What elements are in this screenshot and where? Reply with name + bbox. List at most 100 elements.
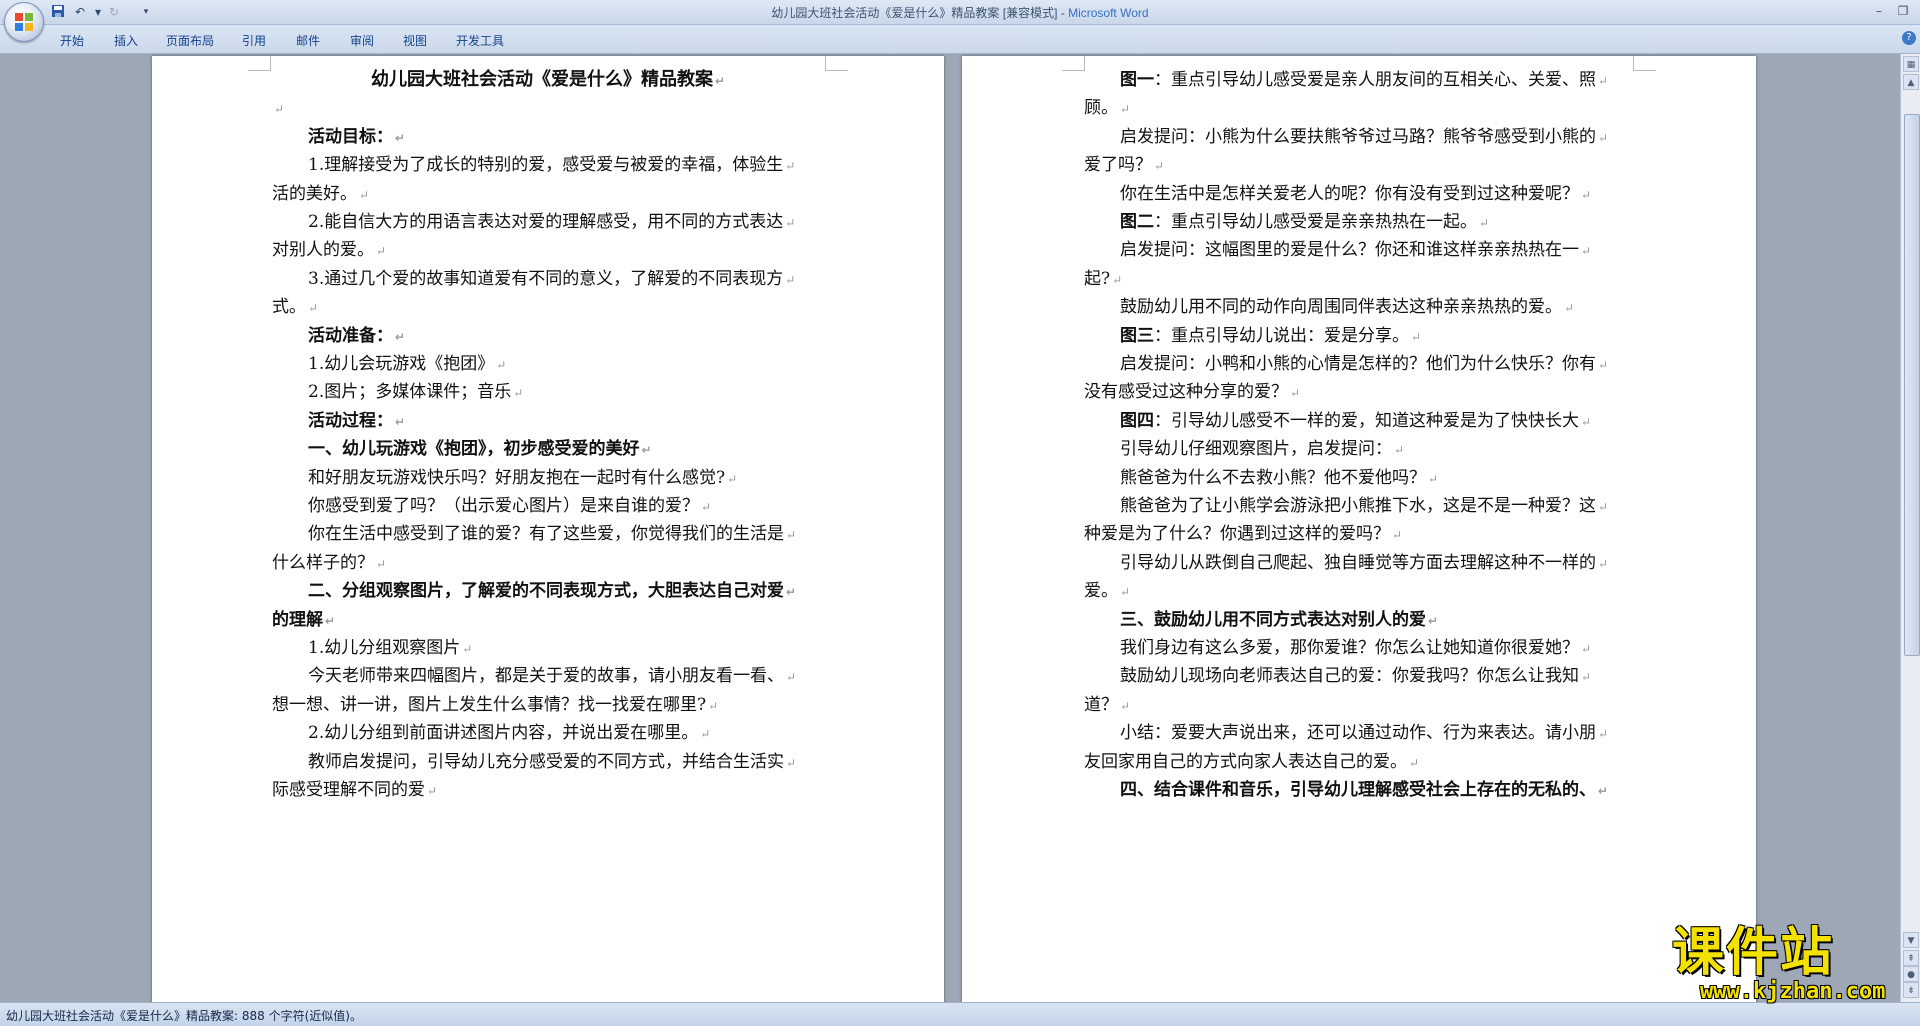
document-line[interactable]: 2.能自信大方的用语言表达对爱的理解感受，用不同的方式表达 ↵ <box>308 208 944 236</box>
tab-mailings[interactable]: 邮件 <box>290 30 326 51</box>
document-line[interactable]: 1.幼儿分组观察图片 ↵ <box>308 634 944 662</box>
document-line[interactable]: 际感受理解不同的爱 ↵ <box>272 776 944 804</box>
window-title: 幼儿园大班社会活动《爱是什么》精品教案 [兼容模式] - Microsoft W… <box>0 4 1920 21</box>
browse-object-icon[interactable]: ● <box>1903 966 1919 982</box>
document-line[interactable]: 你在生活中是怎样关爱老人的呢？你有没有受到过这种爱呢？ ↵ <box>1120 180 1756 208</box>
document-line[interactable]: 式。 ↵ <box>272 293 944 321</box>
document-line[interactable]: 的理解 ↵ <box>272 606 944 634</box>
document-line[interactable]: ↵ <box>272 94 944 122</box>
document-line[interactable]: 2.图片；多媒体课件；音乐 ↵ <box>308 378 944 406</box>
help-icon[interactable]: ? <box>1902 31 1916 45</box>
document-line[interactable]: 起? ↵ <box>1084 265 1756 293</box>
document-line[interactable]: 对别人的爱。 ↵ <box>272 236 944 264</box>
document-line[interactable]: 什么样子的？ ↵ <box>272 549 944 577</box>
line-text: 活动过程： <box>308 410 393 431</box>
paragraph-mark-icon: ↵ <box>325 613 336 628</box>
tab-home[interactable]: 开始 <box>54 30 90 51</box>
document-line[interactable]: 今天老师带来四幅图片，都是关于爱的故事，请小朋友看一看、 ↵ <box>308 662 944 690</box>
line-text: 小结：爱要大声说出来，还可以通过动作、行为来表达。请小朋 <box>1120 723 1596 744</box>
page-right[interactable]: 图一：重点引导幼儿感受爱是亲人朋友间的互相关心、关爱、照 ↵ 顾。 ↵ 启发提问：小熊为… <box>962 56 1756 1002</box>
scrollbar-thumb[interactable] <box>1904 114 1920 656</box>
document-line[interactable]: 启发提问：小鸭和小熊的心情是怎样的？他们为什么快乐？你有 ↵ <box>1120 350 1756 378</box>
margin-corner <box>248 56 271 71</box>
ruler-toggle-icon[interactable]: ▦ <box>1903 56 1919 72</box>
tab-page-layout[interactable]: 页面布局 <box>160 30 220 51</box>
document-line[interactable]: 三、鼓励幼儿用不同方式表达对别人的爱 ↵ <box>1120 606 1756 634</box>
document-line[interactable]: 活动过程： ↵ <box>308 407 944 435</box>
minimize-icon[interactable]: – <box>1868 2 1890 20</box>
document-line[interactable]: 友回家用自己的方式向家人表达自己的爱。 ↵ <box>1084 748 1756 776</box>
document-line[interactable]: 顾。 ↵ <box>1084 94 1756 122</box>
restore-icon[interactable]: ❐ <box>1892 2 1914 20</box>
document-line[interactable]: 种爱是为了什么？你遇到过这样的爱吗？ ↵ <box>1084 520 1756 548</box>
document-line[interactable]: 道？ ↵ <box>1084 691 1756 719</box>
tab-insert[interactable]: 插入 <box>108 30 144 51</box>
line-text: 四、结合课件和音乐，引导幼儿理解感受社会上存在的无私的、 <box>1120 780 1596 800</box>
document-line[interactable]: 熊爸爸为了让小熊学会游泳把小熊推下水，这是不是一种爱？这 ↵ <box>1120 492 1756 520</box>
line-text: 三、鼓励幼儿用不同方式表达对别人的爱 <box>1120 609 1426 630</box>
document-line[interactable]: 爱。 ↵ <box>1084 577 1756 605</box>
line-text: 教师启发提问，引导幼儿充分感受爱的不同方式，并结合生活实 <box>308 751 784 772</box>
ribbon-tab-bar: 开始 插入 页面布局 引用 邮件 审阅 视图 开发工具 ? <box>0 25 1920 54</box>
scroll-up-icon[interactable]: ▲ <box>1903 74 1919 90</box>
document-line[interactable]: 图一：重点引导幼儿感受爱是亲人朋友间的互相关心、关爱、照 ↵ <box>1120 66 1756 94</box>
document-line[interactable]: 二、分组观察图片，了解爱的不同表现方式，大胆表达自己对爱 ↵ <box>308 577 944 605</box>
document-line[interactable]: 引导幼儿从跌倒自己爬起、独自睡觉等方面去理解这种不一样的 ↵ <box>1120 549 1756 577</box>
line-text: 今天老师带来四幅图片，都是关于爱的故事，请小朋友看一看、 <box>308 666 784 687</box>
paragraph-mark-icon: ↵ <box>513 386 524 401</box>
document-area[interactable]: 幼儿园大班社会活动《爱是什么》精品教案 ↵ ↵ 活动目标： ↵ 1.理解接受为了成长的特别… <box>0 54 1900 1002</box>
document-line[interactable]: 我们身边有这么多爱，那你爱谁？你怎么让她知道你很爱她？ ↵ <box>1120 634 1756 662</box>
paragraph-mark-icon: ↵ <box>274 102 285 117</box>
document-line[interactable]: 爱了吗？ ↵ <box>1084 151 1756 179</box>
document-line[interactable]: 四、结合课件和音乐，引导幼儿理解感受社会上存在的无私的、 ↵ <box>1120 776 1756 804</box>
document-line[interactable]: 1.幼儿会玩游戏《抱团》 ↵ <box>308 350 944 378</box>
paragraph-mark-icon: ↵ <box>1581 642 1592 656</box>
line-text: 图四：引导幼儿感受不一样的爱，知道这种爱是为了快快长大 <box>1120 410 1579 431</box>
document-line[interactable]: 熊爸爸为什么不去救小熊？他不爱他吗？ ↵ <box>1120 464 1756 492</box>
document-line[interactable]: 启发提问：小熊为什么要扶熊爷爷过马路？熊爷爷感受到小熊的 ↵ <box>1120 123 1756 151</box>
document-line[interactable]: 2.幼儿分组到前面讲述图片内容，并说出爱在哪里。 ↵ <box>308 719 944 747</box>
document-line[interactable]: 3.通过几个爱的故事知道爱有不同的意义，了解爱的不同表现方 ↵ <box>308 265 944 293</box>
document-line[interactable]: 鼓励幼儿用不同的动作向周围同伴表达这种亲亲热热的爱。 ↵ <box>1120 293 1756 321</box>
document-line[interactable]: 教师启发提问，引导幼儿充分感受爱的不同方式，并结合生活实 ↵ <box>308 748 944 776</box>
document-line[interactable]: 想一想、讲一讲，图片上发生什么事情？找一找爱在哪里? ↵ <box>272 691 944 719</box>
line-text: 一、幼儿玩游戏《抱团》，初步感受爱的美好 <box>308 439 640 460</box>
next-page-icon[interactable]: ⇟ <box>1903 982 1919 998</box>
document-line[interactable]: 小结：爱要大声说出来，还可以通过动作、行为来表达。请小朋 ↵ <box>1120 719 1756 747</box>
tab-view[interactable]: 视图 <box>397 30 433 51</box>
tab-developer[interactable]: 开发工具 <box>450 30 510 51</box>
scroll-down-icon[interactable]: ▼ <box>1903 932 1919 948</box>
paragraph-mark-icon: ↵ <box>1428 471 1439 486</box>
previous-page-icon[interactable]: ⇞ <box>1903 950 1919 966</box>
watermark-logo: 课件站 www.kjzhan.com <box>1670 925 1900 1005</box>
line-text: 3.通过几个爱的故事知道爱有不同的意义，了解爱的不同表现方 <box>308 268 784 289</box>
document-line[interactable]: 和好朋友玩游戏快乐吗？好朋友抱在一起时有什么感觉? ↵ <box>308 464 944 492</box>
vertical-scrollbar[interactable]: ▦ ▲ ▼ ⇞ ● ⇟ <box>1900 54 1920 1002</box>
tab-references[interactable]: 引用 <box>236 30 272 51</box>
page-left[interactable]: 幼儿园大班社会活动《爱是什么》精品教案 ↵ ↵ 活动目标： ↵ 1.理解接受为了成长的特别… <box>152 56 944 1002</box>
line-text: 爱。 <box>1084 581 1118 602</box>
document-line[interactable]: 图二：重点引导幼儿感受爱是亲亲热热在一起。 ↵ <box>1120 208 1756 236</box>
line-text: 启发提问：小熊为什么要扶熊爷爷过马路？熊爷爷感受到小熊的 <box>1120 126 1596 147</box>
document-line[interactable]: 启发提问：这幅图里的爱是什么？你还和谁这样亲亲热热在一 ↵ <box>1120 236 1756 264</box>
document-line[interactable]: 你感受到爱了吗？（出示爱心图片）是来自谁的爱？ ↵ <box>308 492 944 520</box>
document-line[interactable]: 活动准备： ↵ <box>308 322 944 350</box>
document-line[interactable]: 引导幼儿仔细观察图片，启发提问： ↵ <box>1120 435 1756 463</box>
paragraph-mark-icon: ↵ <box>1290 386 1301 401</box>
office-button[interactable] <box>4 2 44 42</box>
document-line[interactable]: 1.理解接受为了成长的特别的爱，感受爱与被爱的幸福，体验生 ↵ <box>308 151 944 179</box>
document-line[interactable]: 活动目标： ↵ <box>308 123 944 151</box>
document-line[interactable]: 图四：引导幼儿感受不一样的爱，知道这种爱是为了快快长大 ↵ <box>1120 407 1756 435</box>
document-line[interactable]: 一、幼儿玩游戏《抱团》，初步感受爱的美好 ↵ <box>308 435 944 463</box>
line-text: 际感受理解不同的爱 <box>272 780 425 800</box>
tab-review[interactable]: 审阅 <box>344 30 380 51</box>
document-title: 幼儿园大班社会活动《爱是什么》精品教案 [兼容模式] - <box>771 6 1069 20</box>
document-line[interactable]: 鼓励幼儿现场向老师表达自己的爱：你爱我吗？你怎么让我知 ↵ <box>1120 662 1756 690</box>
paragraph-mark-icon: ↵ <box>1598 556 1609 571</box>
document-line[interactable]: 图三：重点引导幼儿说出：爱是分享。 ↵ <box>1120 322 1756 350</box>
document-line[interactable]: 你在生活中感受到了谁的爱？有了这些爱，你觉得我们的生活是 ↵ <box>308 520 944 548</box>
paragraph-mark-icon: ↵ <box>786 528 797 543</box>
document-line[interactable]: 幼儿园大班社会活动《爱是什么》精品教案 ↵ <box>272 66 824 94</box>
document-line[interactable]: 没有感受过这种分享的爱？ ↵ <box>1084 378 1756 406</box>
document-line[interactable]: 活的美好。 ↵ <box>272 180 944 208</box>
